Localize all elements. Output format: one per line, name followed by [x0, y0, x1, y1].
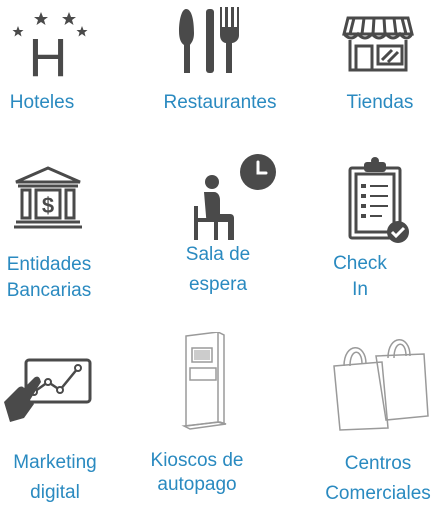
tile-marketing-digital[interactable]: Marketing digital — [0, 330, 110, 503]
tile-tiendas[interactable]: Tiendas — [330, 0, 438, 125]
tile-label: Tiendas — [346, 92, 414, 113]
self-service-kiosk-icon — [181, 332, 227, 430]
store-icon — [342, 16, 414, 72]
restaurant-icon — [179, 7, 239, 73]
tile-entidades-bancarias[interactable]: $ Entidades Bancarias — [0, 160, 110, 301]
tile-label: Restaurantes — [163, 92, 277, 113]
shopping-bags-icon — [333, 339, 429, 431]
bank-icon: $ — [14, 166, 82, 229]
tile-hoteles[interactable]: H Hoteles — [0, 0, 100, 125]
tile-label: Marketing digital — [13, 452, 97, 503]
waiting-room-icon — [194, 154, 276, 240]
svg-text:$: $ — [42, 193, 54, 218]
tile-label: Sala de espera — [185, 244, 251, 295]
tile-label: Check In — [333, 253, 387, 300]
tile-label: Hoteles — [9, 92, 75, 113]
hotel-icon: H — [12, 12, 88, 80]
tile-label: Centros Comerciales — [325, 453, 431, 504]
tile-sala-de-espera[interactable]: Sala de espera — [150, 150, 290, 300]
tile-centros-comerciales[interactable]: Centros Comerciales — [310, 330, 438, 504]
svg-text:H: H — [29, 28, 68, 80]
digital-marketing-icon — [4, 358, 92, 422]
tile-label: Entidades Bancarias — [6, 254, 92, 301]
tile-kioscos-de-autopago[interactable]: Kioscos de autopago — [140, 330, 290, 501]
tile-check-in[interactable]: Check In — [330, 150, 438, 300]
checklist-icon — [348, 157, 409, 243]
tile-label: Kioscos de autopago — [150, 450, 244, 495]
tile-restaurantes[interactable]: Restaurantes — [150, 0, 290, 125]
